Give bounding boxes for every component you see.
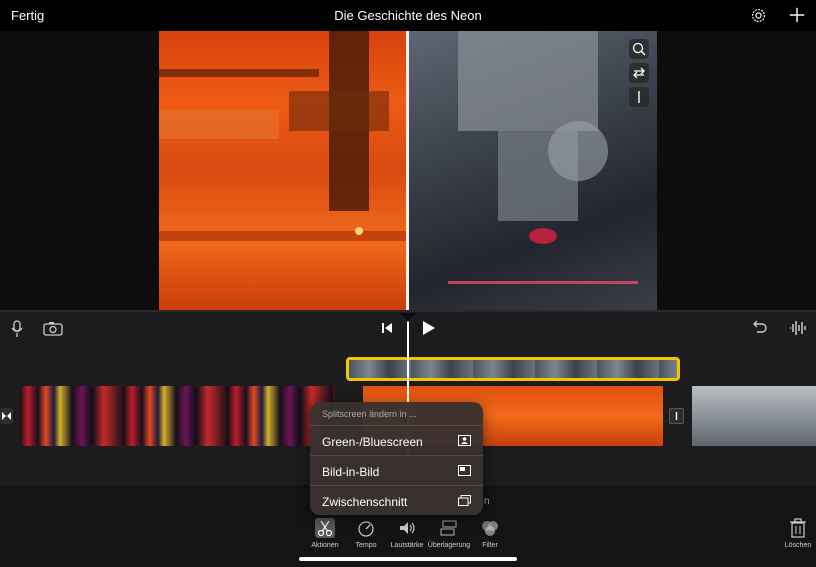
cutaway-icon <box>458 495 471 506</box>
microphone-icon[interactable] <box>10 320 24 338</box>
split-screen-menu: Splitscreen ändern in ... Green-/Bluescr… <box>310 402 483 515</box>
left-video-frame <box>159 31 408 310</box>
video-viewer <box>0 31 816 310</box>
menu-heading: Splitscreen ändern in ... <box>322 409 417 419</box>
tool-filter[interactable]: Filter <box>460 518 520 549</box>
zoom-icon[interactable] <box>629 39 649 59</box>
laser-head-image <box>448 31 638 284</box>
trash-icon <box>790 518 806 538</box>
camera-icon[interactable] <box>43 321 63 336</box>
play-icon[interactable] <box>422 320 436 336</box>
selected-overlay-clip[interactable] <box>346 357 680 381</box>
overlay-icon <box>440 520 457 536</box>
split-line-icon[interactable] <box>629 87 649 107</box>
menu-item-label: Zwischenschnitt <box>322 495 408 509</box>
menu-item-label: Green-/Bluescreen <box>322 435 423 449</box>
timeline-clip-machine[interactable] <box>692 386 816 446</box>
home-indicator[interactable] <box>299 557 517 561</box>
project-title: Die Geschichte des Neon <box>334 8 482 23</box>
menu-item-picture-in-picture[interactable]: Bild-in-Bild <box>310 455 483 485</box>
menu-item-cutaway[interactable]: Zwischenschnitt <box>310 485 483 515</box>
swap-icon[interactable] <box>629 63 649 83</box>
top-bar: Fertig Die Geschichte des Neon <box>0 0 816 31</box>
split-divider[interactable] <box>406 31 409 310</box>
laser-machine-image <box>159 31 408 241</box>
menu-item-green-bluescreen[interactable]: Green-/Bluescreen <box>310 425 483 455</box>
gear-icon[interactable] <box>750 7 767 24</box>
delete-label: Löschen <box>784 542 812 549</box>
person-frame-icon <box>458 435 471 446</box>
transition-icon[interactable] <box>669 408 684 424</box>
waveform-icon[interactable] <box>789 320 807 336</box>
tool-label: Aktionen <box>311 542 339 549</box>
speaker-icon <box>400 522 415 534</box>
filter-icon <box>482 521 498 536</box>
transition-icon[interactable] <box>0 408 13 424</box>
menu-item-label: Bild-in-Bild <box>322 465 380 479</box>
split-screen-preview[interactable] <box>159 31 657 310</box>
undo-icon[interactable] <box>751 320 767 336</box>
scissors-icon <box>315 518 335 538</box>
timeline-clip-city[interactable] <box>20 386 335 446</box>
plus-icon[interactable] <box>788 6 806 24</box>
picture-in-picture-icon <box>458 465 471 476</box>
right-video-frame <box>408 31 657 310</box>
playhead-marker <box>400 313 416 322</box>
delete-button[interactable]: Löschen <box>780 518 816 549</box>
tool-label: Filter <box>482 542 498 549</box>
skip-back-icon[interactable] <box>381 322 393 334</box>
partial-label: n <box>484 496 490 507</box>
tool-label: Tempo <box>355 542 377 549</box>
speedometer-icon <box>358 521 374 537</box>
